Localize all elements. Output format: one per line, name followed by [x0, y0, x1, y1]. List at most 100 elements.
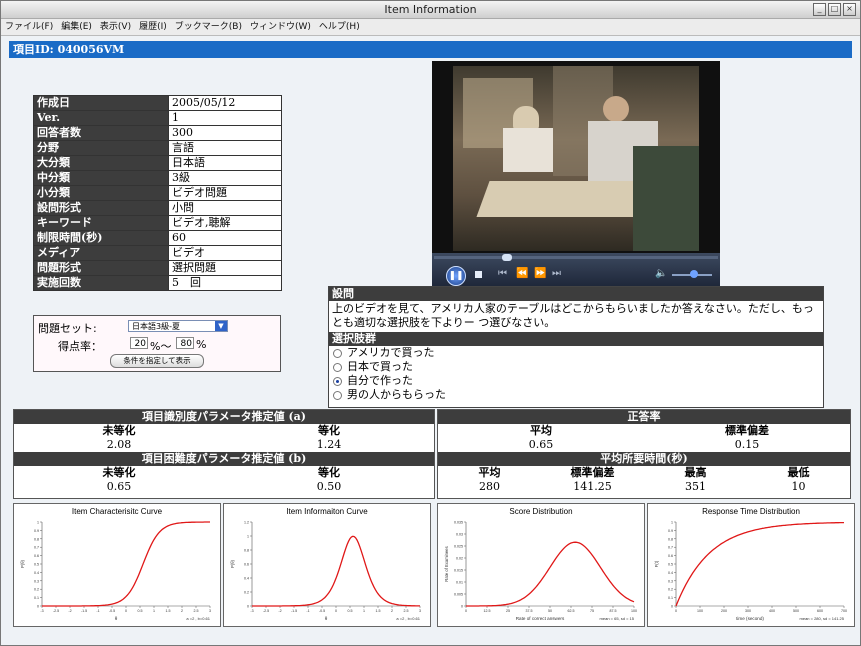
minimize-button[interactable]: _ — [813, 3, 826, 16]
menu-edit[interactable]: 編集(E) — [57, 19, 96, 35]
close-button[interactable]: × — [843, 3, 856, 16]
chevron-down-icon[interactable]: ▼ — [215, 321, 227, 331]
volume-handle[interactable] — [690, 270, 698, 278]
y-tick-label: 0.9 — [34, 529, 39, 533]
question-set-label: 問題セット: — [38, 322, 97, 335]
table-row: 大分類 日本語 — [33, 155, 282, 171]
table-row: 小分類 ビデオ問題 — [33, 185, 282, 201]
chart-annotation: mean = 280, sd = 141.25 — [800, 616, 845, 621]
radio-icon[interactable] — [333, 348, 342, 358]
option-item[interactable]: 日本で買った — [329, 360, 823, 374]
x-tick-label: 0 — [125, 609, 127, 613]
x-tick-label: -2.5 — [53, 609, 59, 613]
question-set-select[interactable]: 日本語3級-夏 ▼ — [128, 320, 228, 332]
iic-chart: 0 0.2 0.4 0.6 0.8 1 1.2 -3 -2.5 -2 -1.5 -1 -0.5 0 0.5 1… — [223, 503, 431, 627]
y-tick-label: 0.6 — [244, 563, 249, 567]
radio-icon[interactable] — [333, 362, 342, 372]
score-from-input[interactable]: 20 — [130, 337, 148, 349]
previous-icon[interactable]: ⏮ — [498, 268, 507, 279]
chart-title: Score Distribution — [509, 507, 573, 516]
difficulty-title: 項目困難度パラメータ推定値 (b) — [14, 452, 434, 466]
option-item[interactable]: アメリカで買った — [329, 346, 823, 360]
rewind-icon[interactable]: ⏪ — [516, 268, 528, 279]
pause-icon[interactable]: ❚❚ — [446, 266, 466, 286]
y-axis-label: P(θ) — [230, 559, 235, 568]
radio-icon[interactable] — [333, 390, 342, 400]
y-tick-label: 0.01 — [456, 581, 463, 585]
y-axis-label: Rate of Examinees — [444, 546, 449, 581]
video-frame — [453, 66, 699, 251]
info-value: ビデオ問題 — [168, 185, 282, 201]
col-header: 等化 — [318, 424, 340, 437]
menu-history[interactable]: 履歴(I) — [135, 19, 171, 35]
menu-bookmarks[interactable]: ブックマーク(B) — [171, 19, 246, 35]
answer-stats-panel: 正答率 平均 標準偏差 0.65 0.15 平均所要時間(秒) 平均 標準偏差 最高… — [437, 409, 851, 499]
response-time-chart: 0 0.1 0.2 0.3 0.4 0.5 0.6 0.7 0.8 0.9 1 0 100 200 300 4… — [647, 503, 855, 627]
option-label: 男の人からもらった — [347, 388, 446, 401]
x-tick-label: 2.5 — [194, 609, 199, 613]
menu-help[interactable]: ヘルプ(H) — [315, 19, 364, 35]
x-tick-label: -1 — [306, 609, 309, 613]
x-tick-label: 0 — [675, 609, 677, 613]
correct-rate-value-row: 0.65 0.15 — [438, 438, 850, 452]
table-row: 回答者数 300 — [33, 125, 282, 141]
y-tick-label: 0 — [37, 605, 39, 609]
y-tick-label: 1 — [671, 521, 673, 525]
x-tick-label: -3 — [250, 609, 253, 613]
info-key: 回答者数 — [33, 125, 169, 141]
y-tick-label: 0.9 — [668, 529, 673, 533]
stat-value: 351 — [685, 480, 706, 493]
difficulty-header-row: 未等化 等化 — [14, 466, 434, 480]
info-value: 1 — [168, 110, 282, 126]
chart-title: Item Characterisitc Curve — [71, 507, 163, 516]
filter-panel: 問題セット: 日本語3級-夏 ▼ 得点率： 20 %〜 80 % 条件を指定して… — [33, 315, 281, 372]
x-tick-label: 37.5 — [526, 609, 533, 613]
stat-value: 2.08 — [106, 438, 132, 451]
show-filtered-button[interactable]: 条件を指定して表示 — [110, 354, 204, 368]
y-tick-label: 0.4 — [668, 571, 673, 575]
option-item[interactable]: 自分で作った — [329, 374, 823, 388]
radio-selected-icon[interactable] — [333, 376, 342, 386]
x-axis-label: Rate of correct answers — [516, 616, 565, 621]
stat-value: 280 — [479, 480, 500, 493]
menu-file[interactable]: ファイル(F) — [1, 19, 57, 35]
menu-window[interactable]: ウィンドウ(W) — [246, 19, 315, 35]
col-header: 平均 — [478, 466, 501, 479]
fast-forward-icon[interactable]: ⏩ — [534, 268, 546, 279]
discrimination-value-row: 2.08 1.24 — [14, 438, 434, 452]
seek-handle[interactable] — [502, 254, 512, 261]
video-player[interactable]: ❚❚ ⏮ ⏪ ⏩ ⏭ 🔈 — [432, 61, 720, 291]
y-tick-label: 0 — [671, 605, 673, 609]
next-icon[interactable]: ⏭ — [552, 268, 561, 279]
stop-icon[interactable] — [475, 271, 482, 278]
x-tick-label: -0.5 — [319, 609, 325, 613]
table-row: キーワード ビデオ,聴解 — [33, 215, 282, 231]
info-key: 設問形式 — [33, 200, 169, 216]
menu-view[interactable]: 表示(V) — [96, 19, 135, 35]
info-value: 5 回 — [168, 275, 282, 291]
maximize-button[interactable]: □ — [828, 3, 841, 16]
y-tick-label: 0.4 — [244, 577, 249, 581]
info-value: 選択問題 — [168, 260, 282, 276]
x-tick-label: 1.5 — [376, 609, 381, 613]
col-header: 標準偏差 — [725, 424, 769, 437]
y-tick-label: 0.015 — [454, 569, 463, 573]
x-tick-label: 12.5 — [484, 609, 491, 613]
x-tick-label: 62.5 — [568, 609, 575, 613]
info-key: キーワード — [33, 215, 169, 231]
iic-chart-svg: 0 0.2 0.4 0.6 0.8 1 1.2 -3 -2.5 -2 -1.5 -1 -0.5 0 0.5 1… — [230, 521, 421, 622]
option-item[interactable]: 男の人からもらった — [329, 388, 823, 402]
x-tick-label: 500 — [793, 609, 799, 613]
x-tick-label: -2 — [278, 609, 281, 613]
seek-bar[interactable] — [434, 256, 718, 259]
score-to-input[interactable]: 80 — [176, 337, 194, 349]
table-row: 問題形式 選択問題 — [33, 260, 282, 276]
percent-label: % — [196, 338, 207, 351]
series-line — [675, 521, 844, 607]
x-tick-label: 0 — [465, 609, 467, 613]
info-key: 小分類 — [33, 185, 169, 201]
col-header: 平均 — [530, 424, 552, 437]
volume-icon[interactable]: 🔈 — [655, 268, 667, 279]
info-value: 言語 — [168, 140, 282, 156]
x-tick-label: -2.5 — [263, 609, 269, 613]
